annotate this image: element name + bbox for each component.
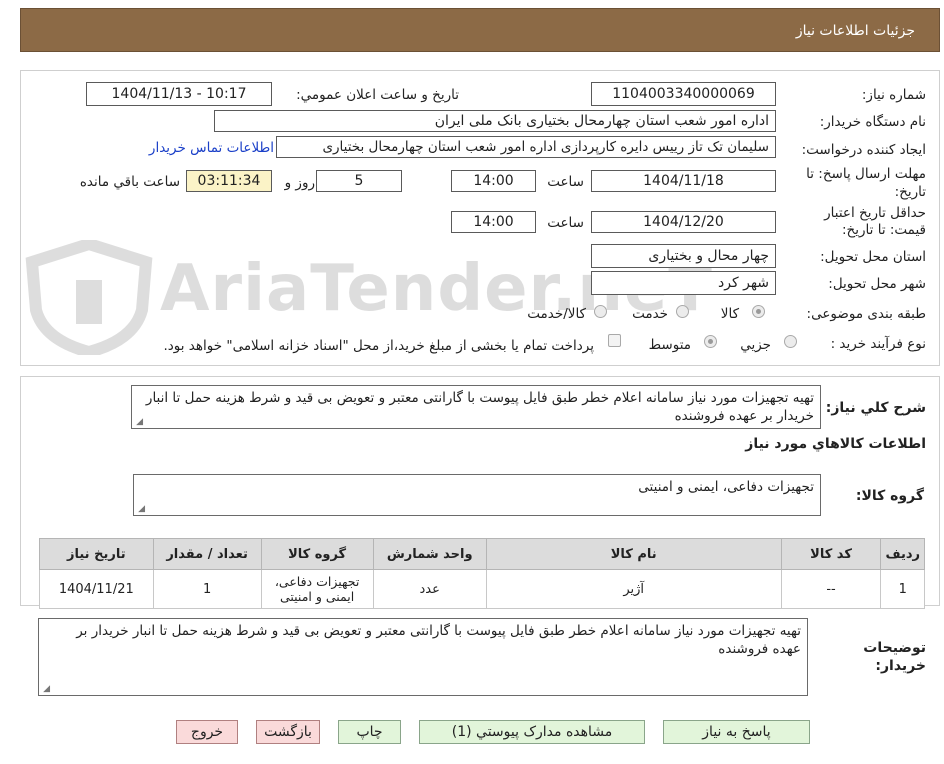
category-label: طبقه بندی موضوعی: bbox=[806, 306, 926, 322]
category-radio-service[interactable] bbox=[676, 305, 689, 318]
description-text: تهیه تجهیزات مورد نیاز سامانه اعلام خطر … bbox=[145, 390, 814, 424]
deadline-date-field: 1404/11/18 bbox=[591, 170, 776, 192]
col-quantity: تعداد / مقدار bbox=[152, 538, 262, 570]
resize-grip-icon: ◢ bbox=[138, 504, 145, 514]
announce-label: تاریخ و ساعت اعلان عمومي: bbox=[296, 87, 459, 103]
process-label: نوع فرآيند خريد : bbox=[830, 336, 926, 352]
validity-date-field: 1404/12/20 bbox=[591, 211, 776, 233]
col-goods-name: نام کالا bbox=[485, 538, 782, 570]
province-label: استان محل تحويل: bbox=[820, 249, 926, 265]
page-header: جزئیات اطلاعات نیاز bbox=[20, 8, 940, 52]
goods-group-textarea: تجهیزات دفاعی، ایمنی و امنیتی ◢ bbox=[133, 474, 821, 516]
col-need-date: تاريخ نياز bbox=[39, 538, 154, 570]
cell-row-number: 1 bbox=[880, 569, 925, 609]
buyer-org-field: اداره امور شعب استان چهارمحال بختیاری با… bbox=[214, 110, 776, 132]
category-option-goods: کالا bbox=[720, 306, 739, 322]
province-field: چهار محال و بختیاری bbox=[591, 244, 776, 268]
category-radio-goods[interactable] bbox=[752, 305, 765, 318]
category-option-service: خدمت bbox=[632, 306, 668, 322]
col-goods-group: گروه کالا bbox=[260, 538, 374, 570]
goods-group-label: گروه کالا: bbox=[855, 488, 924, 504]
days-field: 5 bbox=[316, 170, 402, 192]
cell-goods-code: -- bbox=[780, 569, 882, 609]
print-button[interactable]: چاپ bbox=[338, 720, 401, 744]
cell-quantity: 1 bbox=[152, 569, 262, 609]
view-attachments-button[interactable]: مشاهده مدارک پيوستي (1) bbox=[419, 720, 645, 744]
buyer-org-label: نام دستگاه خريدار: bbox=[819, 114, 926, 130]
col-unit: واحد شمارش bbox=[372, 538, 487, 570]
process-radio-minor[interactable] bbox=[784, 335, 797, 348]
category-radio-goods-service[interactable] bbox=[594, 305, 607, 318]
buyer-notes-label-2: خريدار: bbox=[875, 658, 926, 674]
reply-button[interactable]: پاسخ به نياز bbox=[663, 720, 810, 744]
table-row: 1 -- آژیر عدد تجهیزات دفاعی، ایمنی و امن… bbox=[39, 569, 925, 609]
col-goods-code: کد کالا bbox=[780, 538, 882, 570]
buyer-notes-textarea: تهیه تجهیزات مورد نیاز سامانه اعلام خطر … bbox=[38, 618, 808, 696]
goods-table: رديف کد کالا نام کالا واحد شمارش گروه کا… bbox=[39, 538, 925, 609]
deadline-time-field: 14:00 bbox=[451, 170, 536, 192]
resize-grip-icon: ◢ bbox=[43, 684, 50, 694]
validity-label: حداقل تاريخ اعتبار bbox=[824, 205, 926, 221]
table-header-row: رديف کد کالا نام کالا واحد شمارش گروه کا… bbox=[39, 538, 925, 570]
resize-grip-icon: ◢ bbox=[136, 417, 143, 427]
cell-need-date: 1404/11/21 bbox=[39, 569, 154, 609]
treasury-checkbox[interactable] bbox=[608, 334, 621, 347]
need-number-field: 1104003340000069 bbox=[591, 82, 776, 106]
buyer-notes-text: تهیه تجهیزات مورد نیاز سامانه اعلام خطر … bbox=[76, 623, 801, 657]
need-number-label: شماره نیاز: bbox=[861, 87, 926, 103]
page-title: جزئیات اطلاعات نیاز bbox=[795, 23, 915, 39]
description-label: شرح كلي نياز: bbox=[825, 400, 926, 416]
payment-note: پرداخت تمام يا بخشی از مبلغ خريد،از محل … bbox=[163, 338, 594, 354]
goods-group-text: تجهیزات دفاعی، ایمنی و امنیتی bbox=[638, 479, 814, 495]
goods-section-title: اطلاعات کالاهاي مورد نياز bbox=[745, 436, 926, 452]
deadline-label: مهلت ارسال پاسخ: تا bbox=[806, 166, 926, 182]
requester-label: ايجاد کننده درخواست: bbox=[801, 142, 926, 158]
days-label: روز و bbox=[284, 175, 315, 191]
remaining-label: ساعت باقي مانده bbox=[79, 174, 180, 190]
deadline-time-label: ساعت bbox=[547, 174, 584, 190]
process-option-minor: جزیي bbox=[740, 337, 771, 353]
cell-unit: عدد bbox=[372, 569, 487, 609]
deadline-label-date: تاریخ: bbox=[894, 184, 926, 200]
city-field: شهر کرد bbox=[591, 271, 776, 295]
announce-field: 1404/11/13 - 10:17 bbox=[86, 82, 272, 106]
exit-button[interactable]: خروج bbox=[176, 720, 238, 744]
back-button[interactable]: بازگشت bbox=[256, 720, 320, 744]
process-radio-medium[interactable] bbox=[704, 335, 717, 348]
cell-goods-name: آژیر bbox=[485, 569, 782, 609]
buyer-notes-label: توضيحات bbox=[863, 640, 926, 656]
buyer-contact-link[interactable]: اطلاعات تماس خريدار bbox=[149, 140, 274, 156]
category-option-goods-service: کالا/خدمت bbox=[527, 306, 586, 322]
process-option-medium: متوسط bbox=[648, 337, 691, 353]
validity-label-date: قيمت: تا تاريخ: bbox=[842, 222, 926, 238]
requester-field: سلیمان تک تاز رییس دایره کارپردازی اداره… bbox=[276, 136, 776, 158]
city-label: شهر محل تحويل: bbox=[828, 276, 926, 292]
cell-goods-group: تجهیزات دفاعی، ایمنی و امنیتی bbox=[260, 569, 374, 609]
validity-time-field: 14:00 bbox=[451, 211, 536, 233]
remaining-time-field: 03:11:34 bbox=[186, 170, 272, 192]
validity-time-label: ساعت bbox=[547, 215, 584, 231]
col-row-number: رديف bbox=[880, 538, 925, 570]
description-textarea: تهیه تجهیزات مورد نیاز سامانه اعلام خطر … bbox=[131, 385, 821, 429]
